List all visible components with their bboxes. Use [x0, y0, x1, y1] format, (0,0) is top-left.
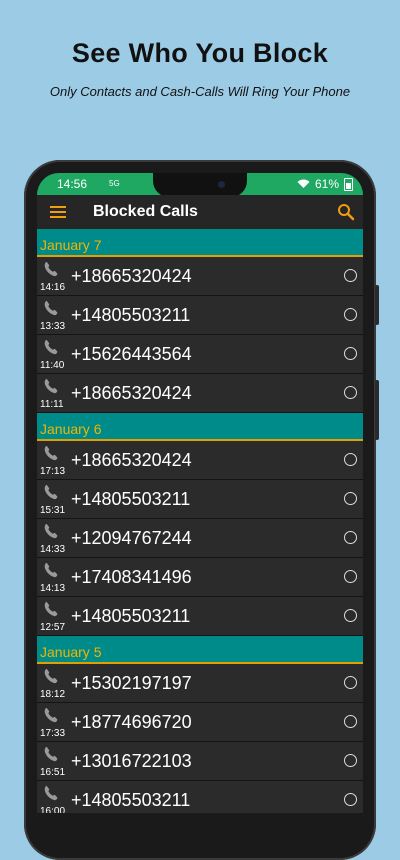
- select-radio[interactable]: [344, 492, 357, 505]
- page-title: Blocked Calls: [93, 203, 198, 220]
- phone-icon: [43, 706, 61, 724]
- list-item[interactable]: 13:33 +14805503211: [37, 296, 363, 335]
- search-icon[interactable]: [337, 203, 355, 221]
- phone-side-button: [375, 285, 379, 325]
- menu-icon[interactable]: [50, 206, 66, 218]
- phone-icon: [43, 377, 61, 395]
- call-time: 14:13: [40, 583, 66, 594]
- select-radio[interactable]: [344, 531, 357, 544]
- battery-icon: [344, 177, 353, 191]
- call-time: 18:12: [40, 689, 66, 700]
- select-radio[interactable]: [344, 308, 357, 321]
- call-time: 16:00: [40, 806, 66, 813]
- list-item[interactable]: 14:33 +12094767244: [37, 519, 363, 558]
- phone-icon: [43, 522, 61, 540]
- phone-number: +18665320424: [71, 266, 192, 286]
- list-item[interactable]: 17:13 +18665320424: [37, 441, 363, 480]
- list-item[interactable]: 14:16 +18665320424: [37, 257, 363, 296]
- select-radio[interactable]: [344, 269, 357, 282]
- subline: Only Contacts and Cash-Calls Will Ring Y…: [49, 84, 351, 99]
- list-item[interactable]: 12:57 +14805503211: [37, 597, 363, 636]
- list-item[interactable]: 11:40 +15626443564: [37, 335, 363, 374]
- call-time: 17:13: [40, 466, 66, 477]
- phone-number: +17408341496: [71, 567, 192, 587]
- select-radio[interactable]: [344, 715, 357, 728]
- call-time: 11:11: [40, 399, 64, 410]
- call-time: 16:51: [40, 767, 66, 778]
- blocked-calls-list: January 7 14:16 +18665320424 13:33 +14805503…: [37, 229, 363, 813]
- date-section-header: January 6: [37, 413, 363, 441]
- phone-number: +18665320424: [71, 450, 192, 470]
- select-radio[interactable]: [344, 453, 357, 466]
- phone-icon: [43, 667, 61, 685]
- call-time: 15:31: [40, 505, 66, 516]
- phone-icon: [43, 483, 61, 501]
- phone-number: +18665320424: [71, 383, 192, 403]
- battery-percent: 61%: [314, 177, 339, 191]
- status-right: 61%: [297, 177, 353, 191]
- network-indicator: 5G: [109, 179, 120, 188]
- select-radio[interactable]: [344, 347, 357, 360]
- call-time: 11:40: [40, 360, 65, 371]
- phone-icon: [43, 444, 61, 462]
- select-radio[interactable]: [344, 754, 357, 767]
- phone-icon: [43, 600, 61, 618]
- select-radio[interactable]: [344, 570, 357, 583]
- phone-icon: [43, 299, 61, 317]
- phone-number: +15626443564: [71, 344, 192, 364]
- call-time: 12:57: [40, 622, 66, 633]
- toolbar: Blocked Calls: [37, 195, 363, 229]
- phone-number: +15302197197: [71, 673, 192, 693]
- phone-icon: [43, 338, 61, 356]
- list-item[interactable]: 11:11 +18665320424: [37, 374, 363, 413]
- headline: See Who You Block: [71, 38, 329, 68]
- call-time: 14:16: [40, 282, 66, 293]
- phone-number: +13016722103: [71, 751, 192, 771]
- date-section-header: January 7: [37, 229, 363, 257]
- list-item[interactable]: 14:13 +17408341496: [37, 558, 363, 597]
- call-time: 17:33: [40, 728, 66, 739]
- list-item[interactable]: 16:51 +13016722103: [37, 742, 363, 781]
- status-time: 14:56: [57, 177, 88, 191]
- date-section-header: January 5: [37, 636, 363, 664]
- phone-icon: [43, 745, 61, 763]
- select-radio[interactable]: [344, 386, 357, 399]
- wifi-icon: [297, 179, 310, 188]
- phone-icon: [43, 260, 61, 278]
- phone-number: +18774696720: [71, 712, 192, 732]
- phone-icon: [43, 561, 61, 579]
- select-radio[interactable]: [344, 676, 357, 689]
- list-item[interactable]: 18:12 +15302197197: [37, 664, 363, 703]
- call-time: 14:33: [40, 544, 66, 555]
- list-item[interactable]: 15:31 +14805503211: [37, 480, 363, 519]
- call-time: 13:33: [40, 321, 66, 332]
- phone-icon: [43, 784, 61, 802]
- status-bar: 14:56 5G 61%: [37, 173, 363, 197]
- select-radio[interactable]: [344, 609, 357, 622]
- camera-notch: [153, 173, 247, 197]
- phone-number: +14805503211: [71, 606, 191, 626]
- phone-number: +14805503211: [71, 305, 191, 325]
- phone-number: +14805503211: [71, 790, 191, 810]
- phone-number: +14805503211: [71, 489, 191, 509]
- phone-number: +12094767244: [71, 528, 192, 548]
- camera-icon: [218, 181, 225, 188]
- list-item[interactable]: 16:00 +14805503211: [37, 781, 363, 813]
- phone-side-button: [375, 380, 379, 440]
- app-screen: 14:56 5G 61% Blocked Calls January 7 14:1…: [37, 173, 363, 813]
- list-item[interactable]: 17:33 +18774696720: [37, 703, 363, 742]
